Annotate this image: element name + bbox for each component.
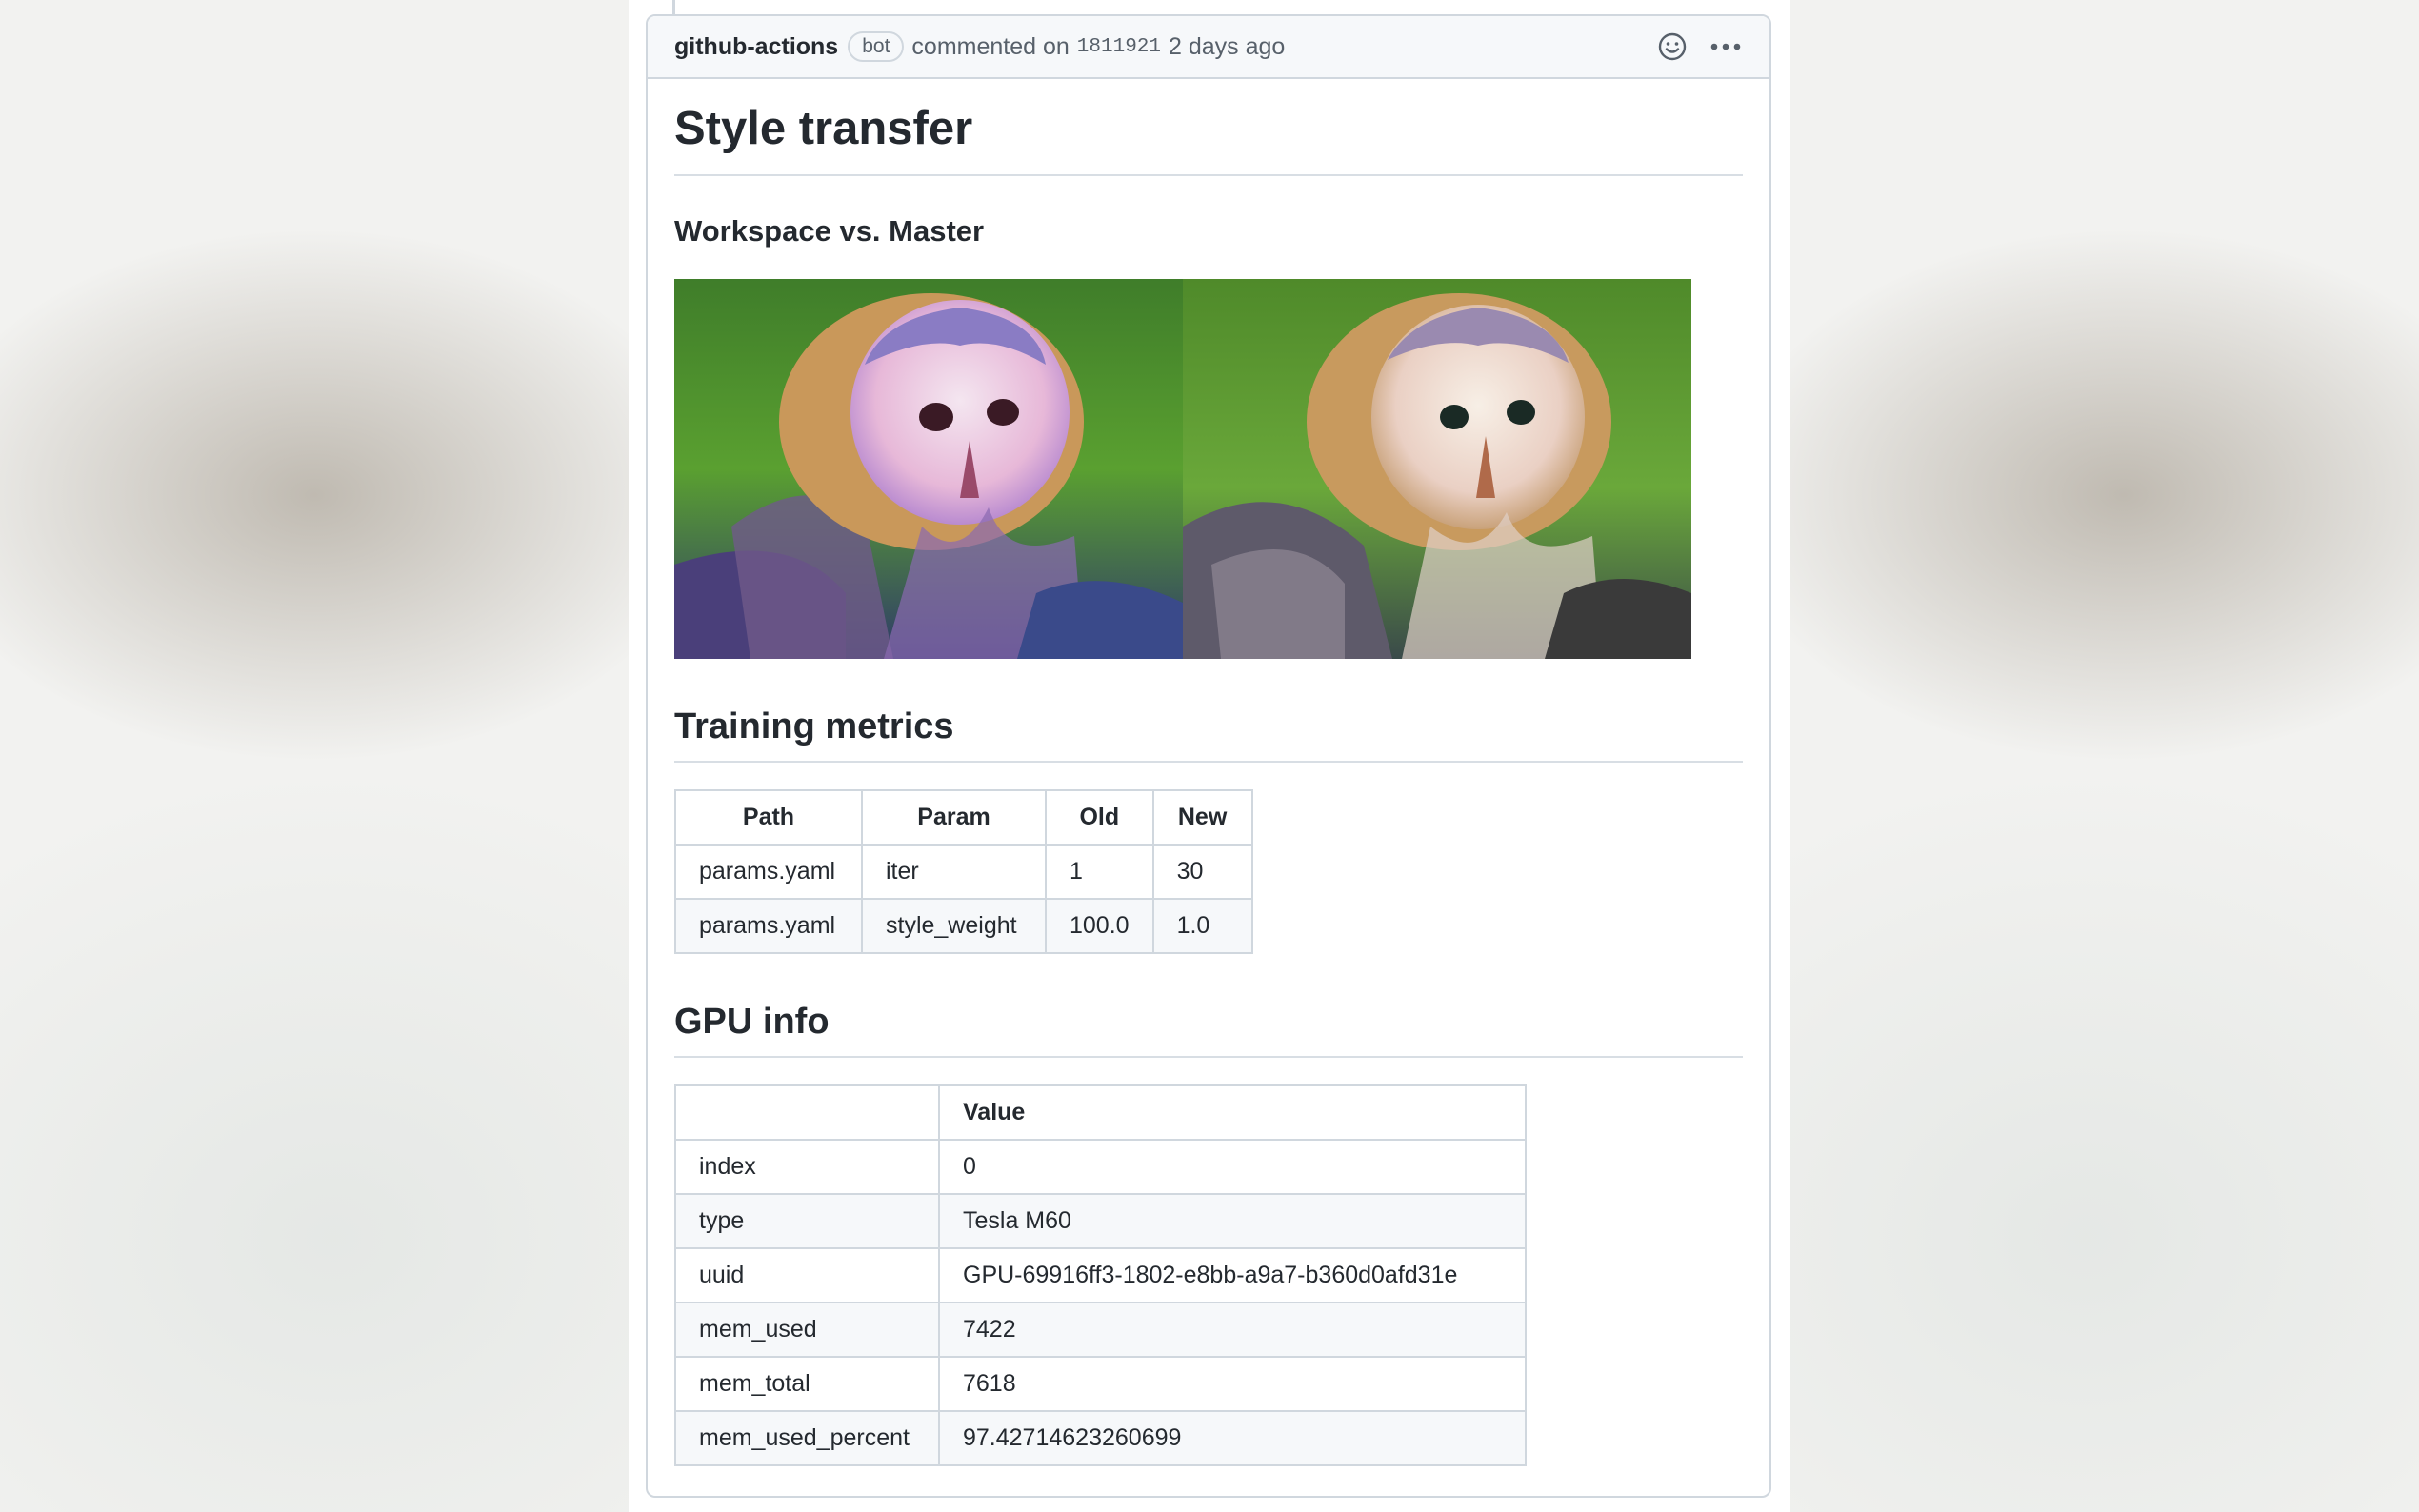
table-row: mem_used 7422	[674, 1302, 1527, 1358]
smiley-icon[interactable]	[1655, 30, 1689, 64]
table-cell: 7422	[938, 1302, 1527, 1358]
table-cell: 1.0	[1151, 898, 1253, 954]
table-cell: params.yaml	[674, 844, 863, 900]
column-header: Param	[861, 789, 1047, 846]
column-header: Old	[1045, 789, 1154, 846]
comment-box: github-actions bot commented on 1811921 …	[646, 14, 1771, 1498]
table-row: params.yaml iter 1 30	[674, 844, 1253, 900]
table-cell: mem_used	[674, 1302, 940, 1358]
column-header: Value	[938, 1084, 1527, 1141]
table-cell: 7618	[938, 1356, 1527, 1412]
table-header-row: Path Param Old New	[674, 789, 1253, 846]
comment-action-text: commented on	[911, 32, 1070, 60]
column-header	[674, 1084, 940, 1141]
author-link[interactable]: github-actions	[674, 33, 838, 61]
table-cell: 97.42714623260699	[938, 1410, 1527, 1466]
table-cell: 0	[938, 1139, 1527, 1195]
bot-badge: bot	[848, 31, 905, 62]
table-row: params.yaml style_weight 100.0 1.0	[674, 898, 1253, 954]
commit-link[interactable]: 1811921	[1077, 36, 1161, 58]
kebab-horizontal-icon[interactable]	[1709, 30, 1743, 64]
gpu-info-table: Value index 0 type Tesla M60 uuid GPU-69…	[674, 1084, 1527, 1466]
table-cell: iter	[861, 844, 1047, 900]
comment-body: Style transfer Workspace vs. Master Trai…	[648, 79, 1769, 1466]
table-cell: uuid	[674, 1247, 940, 1303]
table-cell: 100.0	[1045, 898, 1154, 954]
table-row: uuid GPU-69916ff3-1802-e8bb-a9a7-b360d0a…	[674, 1247, 1527, 1303]
gpu-info-heading: GPU info	[674, 1002, 1743, 1058]
training-metrics-heading: Training metrics	[674, 706, 1743, 763]
comment-header: github-actions bot commented on 1811921 …	[648, 16, 1769, 79]
training-metrics-table: Path Param Old New params.yaml iter 1 30…	[674, 789, 1253, 954]
table-cell: 1	[1045, 844, 1154, 900]
comment-timestamp[interactable]: 2 days ago	[1169, 33, 1285, 61]
table-cell: style_weight	[861, 898, 1047, 954]
column-header: New	[1151, 789, 1253, 846]
table-cell: mem_used_percent	[674, 1410, 940, 1466]
table-cell: type	[674, 1193, 940, 1249]
header-actions	[1655, 30, 1743, 64]
table-cell: 30	[1151, 844, 1253, 900]
table-row: type Tesla M60	[674, 1193, 1527, 1249]
table-cell: mem_total	[674, 1356, 940, 1412]
table-row: mem_used_percent 97.42714623260699	[674, 1410, 1527, 1466]
comparison-subtitle: Workspace vs. Master	[674, 214, 985, 248]
table-cell: params.yaml	[674, 898, 863, 954]
master-owl-image[interactable]	[1183, 279, 1691, 659]
table-cell: index	[674, 1139, 940, 1195]
table-row: index 0	[674, 1139, 1527, 1195]
table-cell: Tesla M60	[938, 1193, 1527, 1249]
style-transfer-comparison	[674, 279, 1692, 659]
table-row: mem_total 7618	[674, 1356, 1527, 1412]
column-header: Path	[674, 789, 863, 846]
workspace-owl-image[interactable]	[674, 279, 1183, 659]
page-title: Style transfer	[674, 96, 1743, 176]
table-cell: GPU-69916ff3-1802-e8bb-a9a7-b360d0afd31e	[938, 1247, 1527, 1303]
table-header-row: Value	[674, 1084, 1527, 1141]
